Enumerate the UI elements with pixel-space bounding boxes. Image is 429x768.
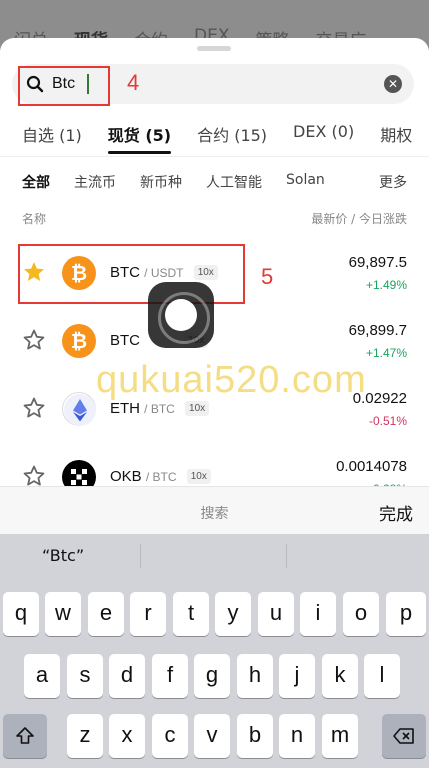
annotation-number: 4 [127, 70, 140, 95]
suggestion-divider [286, 544, 287, 568]
last-price: 69,897.5 [348, 254, 407, 271]
subtab-solana[interactable]: Solan [286, 172, 325, 196]
tab-futures[interactable]: 合约 (15) [197, 122, 267, 154]
subtab-ai[interactable]: 人工智能 [206, 172, 262, 196]
btc-icon: ₿ [62, 324, 96, 358]
backspace-icon [393, 728, 414, 744]
keyboard: “Btc” q w e r t y u i o p a s d f g h j … [0, 534, 429, 768]
watermark: qukuai520.com [96, 359, 367, 401]
backspace-key[interactable] [382, 714, 426, 758]
accessory-search-label: 搜索 [200, 506, 229, 522]
tab-options[interactable]: 期权 [380, 122, 412, 154]
key-e[interactable]: e [88, 592, 124, 636]
price-change: +1.49% [365, 278, 407, 292]
shift-key[interactable] [3, 714, 47, 758]
star-outline-icon[interactable] [22, 464, 46, 488]
suggestion-divider [140, 544, 141, 568]
svg-text:₿: ₿ [71, 329, 87, 353]
assistive-touch-button[interactable] [148, 282, 214, 348]
key-s[interactable]: s [67, 654, 103, 698]
key-l[interactable]: l [364, 654, 400, 698]
key-a[interactable]: a [24, 654, 60, 698]
key-b[interactable]: b [237, 714, 273, 758]
quote-symbol: / BTC [145, 470, 177, 484]
key-i[interactable]: i [300, 592, 336, 636]
key-o[interactable]: o [343, 592, 379, 636]
star-outline-icon[interactable] [22, 396, 46, 420]
leverage-badge: 10x [186, 469, 211, 484]
key-w[interactable]: w [45, 592, 81, 636]
subtab-new[interactable]: 新币种 [140, 172, 182, 196]
key-u[interactable]: u [258, 592, 294, 636]
pair-symbol: OKB / BTC 10x [110, 468, 211, 485]
key-x[interactable]: x [109, 714, 145, 758]
column-price[interactable]: 最新价 / 今日涨跌 [311, 210, 407, 227]
column-name[interactable]: 名称 [22, 210, 46, 227]
annotation-box-search [18, 66, 110, 106]
last-price: 69,899.7 [348, 322, 407, 339]
key-j[interactable]: j [279, 654, 315, 698]
key-f[interactable]: f [152, 654, 188, 698]
price-change: -0.51% [368, 414, 407, 428]
column-header: 名称 最新价 / 今日涨跌 [0, 210, 429, 228]
star-outline-icon[interactable] [22, 328, 46, 352]
shift-icon [16, 727, 34, 744]
key-v[interactable]: v [194, 714, 230, 758]
subtab-mainstream[interactable]: 主流币 [74, 172, 116, 196]
tab-dex[interactable]: DEX (0) [293, 122, 354, 154]
clear-icon[interactable]: ✕ [384, 75, 402, 93]
tabs-divider [0, 156, 429, 157]
last-price: 0.0014078 [336, 458, 407, 475]
annotation-number: 5 [261, 264, 274, 289]
key-r[interactable]: r [130, 592, 166, 636]
key-q[interactable]: q [3, 592, 39, 636]
keyboard-accessory-bar: 搜索 完成 [0, 486, 429, 534]
suggestion-item[interactable]: “Btc” [42, 546, 84, 565]
base-symbol: BTC [110, 332, 140, 349]
base-symbol: ETH [110, 400, 140, 417]
key-k[interactable]: k [322, 654, 358, 698]
key-d[interactable]: d [109, 654, 145, 698]
eth-icon [62, 392, 96, 426]
price-change: +1.47% [365, 346, 407, 360]
subtab-all[interactable]: 全部 [22, 172, 50, 196]
tab-favorites[interactable]: 自选 (1) [22, 122, 82, 154]
quote-symbol: / BTC [144, 402, 175, 416]
pair-symbol: ETH / BTC 10x [110, 400, 210, 417]
category-tabs: 全部 主流币 新币种 人工智能 Solan [0, 172, 429, 196]
key-z[interactable]: z [67, 714, 103, 758]
key-m[interactable]: m [322, 714, 358, 758]
base-symbol: OKB [110, 468, 142, 485]
done-button[interactable]: 完成 [379, 500, 413, 525]
key-h[interactable]: h [237, 654, 273, 698]
key-c[interactable]: c [152, 714, 188, 758]
leverage-badge: 10x [185, 401, 210, 416]
key-y[interactable]: y [215, 592, 251, 636]
key-p[interactable]: p [386, 592, 426, 636]
sheet-handle[interactable] [197, 46, 231, 51]
key-n[interactable]: n [279, 714, 315, 758]
key-g[interactable]: g [194, 654, 230, 698]
suggestion-bar: “Btc” [0, 534, 429, 578]
market-tabs: 自选 (1) 现货 (5) 合约 (15) DEX (0) 期权 [0, 122, 429, 154]
more-button[interactable]: 更多 [373, 172, 407, 192]
tab-spot[interactable]: 现货 (5) [107, 122, 172, 154]
key-t[interactable]: t [173, 592, 209, 636]
